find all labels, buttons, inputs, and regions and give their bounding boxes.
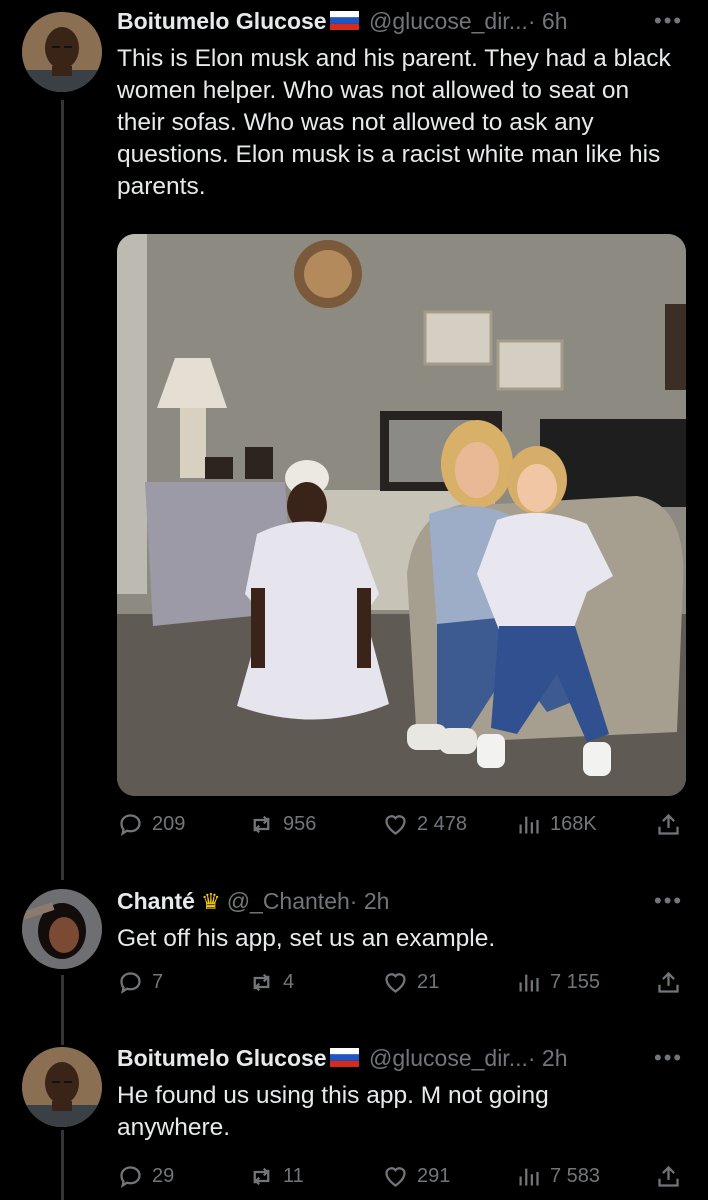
repost-count: 956 (283, 813, 317, 835)
views-count: 168K (550, 813, 597, 835)
russia-flag-icon (329, 1044, 359, 1067)
share-upload-icon (658, 813, 679, 835)
views-count: 7 583 (550, 1165, 601, 1187)
reply-bubble-icon (120, 972, 141, 994)
heart-icon (385, 815, 406, 835)
russia-flag-icon (329, 7, 359, 30)
thread-line (61, 100, 64, 880)
repost-button[interactable]: 11 (248, 1163, 304, 1190)
repost-arrows-icon (253, 973, 270, 992)
avatar[interactable] (22, 1047, 102, 1127)
display-name[interactable]: Chanté (117, 888, 195, 914)
avatar[interactable] (22, 889, 102, 969)
handle[interactable]: @glucose_dir... (369, 8, 528, 34)
tweet-header: Boitumelo Glucose @glucose_dir...· 6h (117, 6, 568, 36)
thread-line (61, 975, 64, 1045)
views-bar-chart-icon (519, 974, 539, 992)
views-count: 7 155 (550, 971, 601, 993)
tweet-header: Chanté ♛ @_Chanteh· 2h (117, 886, 389, 917)
avatar[interactable] (22, 12, 102, 92)
views-button[interactable]: 7 583 (515, 1163, 600, 1190)
crown-emoji-icon: ♛ (200, 889, 221, 914)
share-upload-icon (658, 1165, 679, 1187)
like-button[interactable]: 291 (382, 1163, 450, 1190)
thread-line (61, 1130, 64, 1200)
timestamp[interactable]: · 2h (350, 888, 390, 914)
timestamp[interactable]: · 2h (528, 1045, 568, 1071)
handle[interactable]: @glucose_dir... (369, 1045, 528, 1071)
reply-bubble-icon (120, 814, 141, 836)
like-count: 21 (417, 971, 440, 993)
reply-count: 7 (152, 971, 164, 993)
share-upload-icon (658, 971, 679, 993)
views-button[interactable]: 7 155 (515, 969, 600, 996)
tweet-photo[interactable] (117, 234, 686, 796)
like-button[interactable]: 21 (382, 969, 439, 996)
display-name[interactable]: Boitumelo Glucose (117, 8, 327, 34)
views-button[interactable]: 168K (515, 811, 597, 838)
display-name[interactable]: Boitumelo Glucose (117, 1045, 327, 1071)
timestamp[interactable]: · 6h (528, 8, 568, 34)
like-count: 2 478 (417, 813, 468, 835)
tweet-text: This is Elon musk and his parent. They h… (117, 45, 671, 200)
repost-button[interactable]: 956 (248, 811, 316, 838)
reply-count: 29 (152, 1165, 175, 1187)
like-button[interactable]: 2 478 (382, 811, 467, 838)
repost-count: 4 (283, 971, 295, 993)
share-button[interactable] (655, 1163, 682, 1190)
reply-count: 209 (152, 813, 186, 835)
reply-button[interactable]: 209 (117, 811, 185, 838)
tweet-text: He found us using this app. M not going … (117, 1082, 549, 1141)
tweet-header: Boitumelo Glucose @glucose_dir...· 2h (117, 1043, 568, 1073)
share-button[interactable] (655, 969, 682, 996)
repost-arrows-icon (253, 815, 270, 834)
views-bar-chart-icon (519, 816, 539, 834)
more-horizontal-icon[interactable]: ••• (654, 1045, 683, 1071)
reply-button[interactable]: 29 (117, 1163, 174, 1190)
tweet-text: Get off his app, set us an example. (117, 925, 496, 952)
more-horizontal-icon[interactable]: ••• (654, 888, 683, 914)
tweet-actions: 7 4 21 7 155 (117, 969, 692, 1003)
share-button[interactable] (655, 811, 682, 838)
more-horizontal-icon[interactable]: ••• (654, 8, 683, 34)
repost-button[interactable]: 4 (248, 969, 294, 996)
reply-bubble-icon (120, 1166, 141, 1188)
repost-count: 11 (283, 1165, 304, 1187)
tweet-actions: 209 956 2 478 168K (117, 811, 692, 845)
tweet-actions: 29 11 291 7 583 (117, 1163, 692, 1197)
views-bar-chart-icon (519, 1168, 539, 1186)
like-count: 291 (417, 1165, 451, 1187)
repost-arrows-icon (253, 1167, 270, 1186)
heart-icon (385, 973, 406, 993)
heart-icon (385, 1167, 406, 1187)
handle[interactable]: @_Chanteh (227, 888, 350, 914)
reply-button[interactable]: 7 (117, 969, 163, 996)
